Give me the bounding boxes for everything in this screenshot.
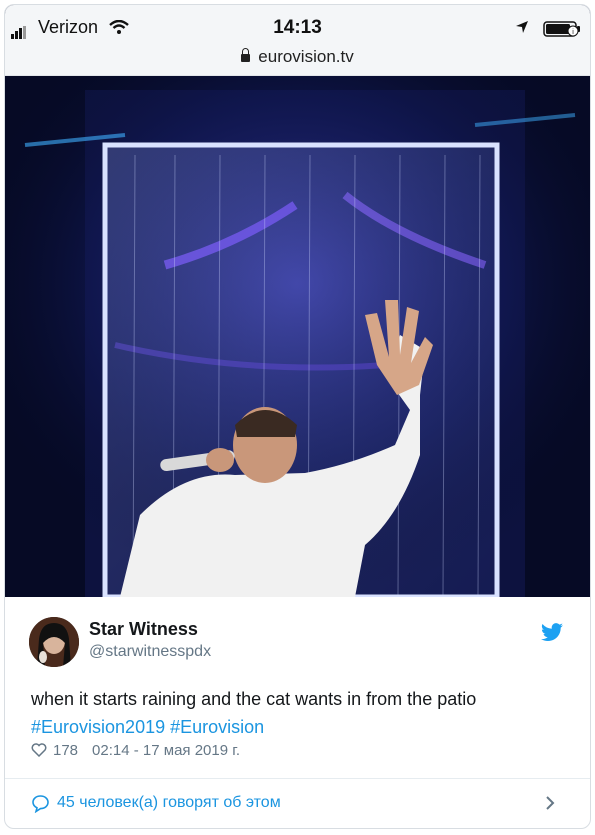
url-bar[interactable]: eurovision.tv xyxy=(5,47,590,67)
chevron-right-icon xyxy=(546,796,555,810)
hashtag-link[interactable]: #Eurovision xyxy=(170,717,264,737)
avatar[interactable] xyxy=(29,617,79,667)
discussion-link[interactable]: 45 человек(а) говорят об этом xyxy=(5,779,590,828)
timestamp[interactable]: 02:14 - 17 мая 2019 г. xyxy=(92,742,240,759)
battery-icon: i xyxy=(543,21,580,37)
comment-icon xyxy=(32,795,49,813)
tweet-photo[interactable]: Verizon 14:13 eurovision.tv i xyxy=(5,5,590,597)
heart-icon[interactable] xyxy=(31,743,47,757)
clock: 14:13 xyxy=(273,17,322,38)
twitter-bird-icon[interactable] xyxy=(540,623,564,643)
tweet-card: Verizon 14:13 eurovision.tv i Star Witne… xyxy=(4,4,591,829)
tweet-text: when it starts raining and the cat wants… xyxy=(31,685,571,741)
user-handle[interactable]: @starwitnesspdx xyxy=(89,643,211,661)
url-text: eurovision.tv xyxy=(258,47,354,66)
status-bar: Verizon 14:13 eurovision.tv i xyxy=(5,5,590,76)
stage-scene xyxy=(5,75,590,597)
discussion-text: 45 человек(а) говорят об этом xyxy=(57,794,281,811)
tweet-body: when it starts raining and the cat wants… xyxy=(31,689,477,709)
lock-icon xyxy=(241,48,251,62)
hashtag-link[interactable]: #Eurovision2019 xyxy=(31,717,165,737)
tweet-meta: 178 02:14 - 17 мая 2019 г. xyxy=(31,742,240,759)
like-count[interactable]: 178 xyxy=(53,742,78,759)
display-name[interactable]: Star Witness xyxy=(89,619,198,640)
location-icon xyxy=(516,21,528,33)
avatar-image xyxy=(29,617,79,667)
